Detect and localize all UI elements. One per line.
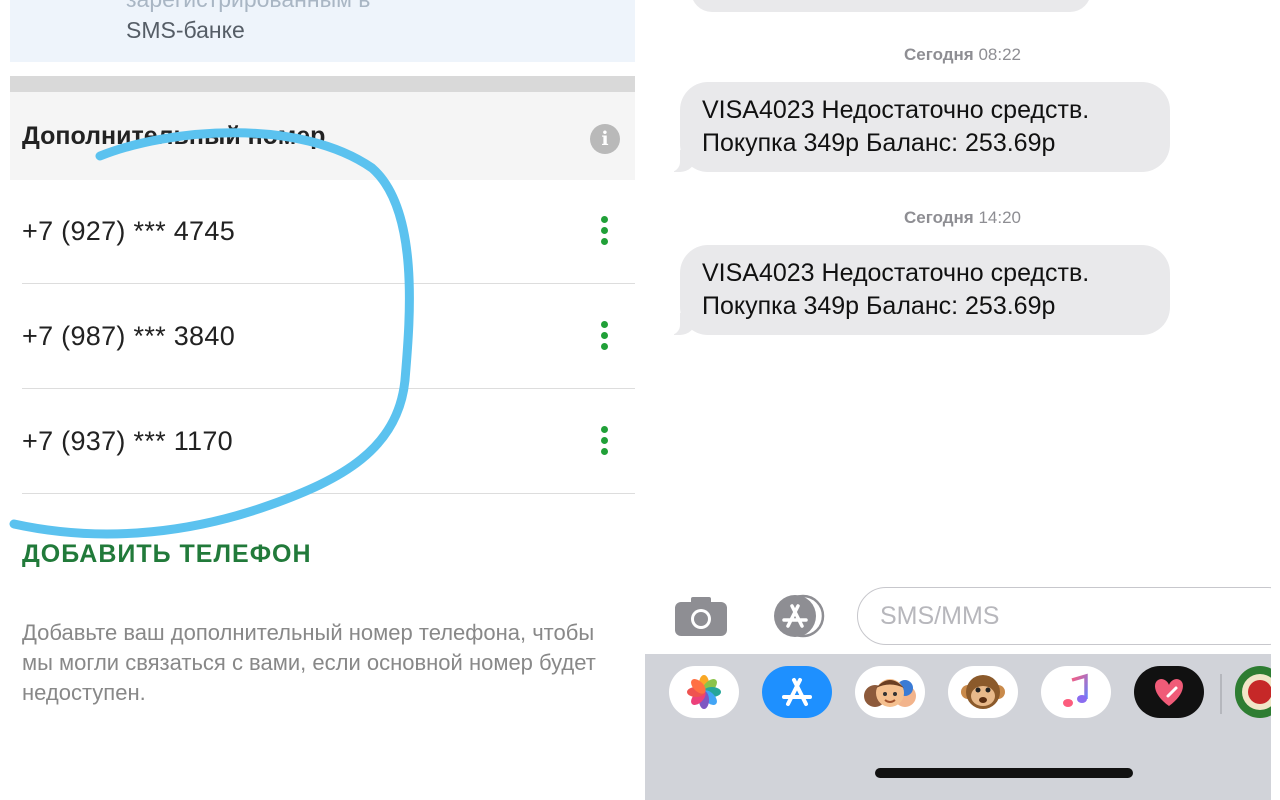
bank-app-panel: зарегистрированным в SMS-банке Дополните… xyxy=(0,0,645,800)
animoji-monkey-icon[interactable] xyxy=(948,666,1018,718)
add-phone-hint: Добавьте ваш дополнительный номер телефо… xyxy=(22,620,596,705)
camera-icon[interactable] xyxy=(673,594,729,638)
more-options-icon[interactable] xyxy=(596,321,612,355)
phone-row[interactable]: +7 (937) *** 1170 xyxy=(22,390,635,494)
card-sms-bank-text: SMS-банке xyxy=(126,17,245,43)
music-icon[interactable] xyxy=(1041,666,1111,718)
digital-touch-icon[interactable] xyxy=(1134,666,1204,718)
message-timestamp: Сегодня 08:22 xyxy=(903,45,1021,64)
more-options-icon[interactable] xyxy=(596,426,612,460)
phone-number: +7 (987) *** 3840 xyxy=(22,321,236,351)
more-options-icon[interactable] xyxy=(596,216,612,250)
phone-number: +7 (927) *** 4745 xyxy=(22,216,236,246)
home-indicator xyxy=(875,768,1133,778)
additional-number-header: Дополнительный номер i xyxy=(10,92,635,180)
info-icon[interactable]: i xyxy=(590,124,620,154)
message-bubble[interactable]: VISA4023 Недостаточно средств. Покупка 3… xyxy=(668,245,1170,335)
memoji-icon[interactable] xyxy=(855,666,925,718)
message-bubble[interactable]: VISA4023 Недостаточно средств. Покупка 3… xyxy=(668,82,1170,172)
message-input[interactable] xyxy=(857,587,1280,645)
previous-message-bubble xyxy=(691,0,1091,12)
sms-bank-card[interactable]: зарегистрированным в SMS-банке xyxy=(10,0,635,62)
add-phone-button[interactable]: ДОБАВИТЬ ТЕЛЕФОН xyxy=(22,540,312,569)
section-divider xyxy=(10,76,635,92)
card-cut-text: зарегистрированным в xyxy=(126,0,371,13)
app-store-button-icon[interactable] xyxy=(765,594,831,638)
messages-panel: Сегодня 08:22 VISA4023 Недостаточно сред… xyxy=(645,0,1280,800)
imessage-app-tray xyxy=(645,654,1280,800)
photos-icon[interactable] xyxy=(669,666,739,718)
tray-divider xyxy=(1220,674,1222,714)
app-store-icon[interactable] xyxy=(762,666,832,718)
compose-bar xyxy=(645,582,1280,652)
right-edge-gutter xyxy=(1271,0,1280,800)
phone-row[interactable]: +7 (987) *** 3840 xyxy=(22,285,635,389)
phone-row[interactable]: +7 (927) *** 4745 xyxy=(22,180,635,284)
phone-number: +7 (937) *** 1170 xyxy=(22,426,234,456)
message-timestamp: Сегодня 14:20 xyxy=(903,208,1021,227)
section-title: Дополнительный номер xyxy=(22,122,326,150)
